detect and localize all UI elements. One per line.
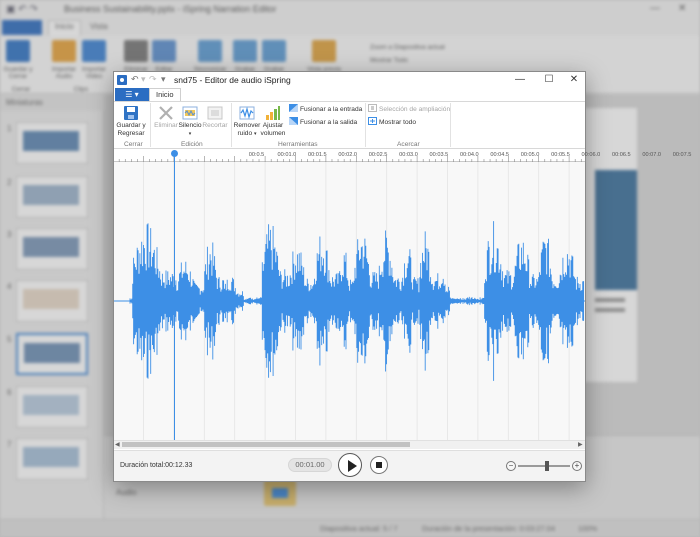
- fade-out-button[interactable]: Fusionar a la salida: [289, 117, 357, 128]
- fade-in-icon: [289, 104, 298, 112]
- save-icon: [124, 106, 138, 120]
- stop-button[interactable]: [370, 456, 388, 474]
- ruler-tick-label: 00:01.5: [307, 152, 327, 158]
- ruler-tick-label: 00:07.0: [642, 152, 662, 158]
- ruler-tick-label: 00:05.5: [551, 152, 570, 158]
- ruler-tick-label: 00:03.5: [429, 152, 449, 158]
- zoom-out-icon[interactable]: −: [506, 461, 516, 471]
- close-icon[interactable]: ✕: [561, 72, 587, 88]
- ruler-tick-label: 00:04.5: [490, 152, 510, 158]
- minimize-icon[interactable]: —: [507, 72, 533, 88]
- zoom-slider[interactable]: [518, 465, 570, 467]
- total-duration: Duración total:00:12.33: [120, 462, 193, 469]
- waveform-area[interactable]: [114, 150, 585, 440]
- ruler-tick-label: 00:02.0: [338, 152, 358, 158]
- title-bar: ↶ ▾ ↷ ▾ snd75 - Editor de audio iSpring …: [114, 72, 585, 88]
- undo-dropdown-icon[interactable]: ▾: [141, 74, 146, 85]
- ruler-tick-label: 00:06.5: [611, 152, 631, 158]
- ruler-tick-label: 00:07.5: [672, 152, 692, 158]
- group-label-acercar: Acercar: [397, 141, 420, 148]
- zoom-slider-thumb[interactable]: [545, 461, 549, 471]
- adjust-volume-button[interactable]: Ajustar volumen: [260, 105, 286, 137]
- ruler-tick-label: 00:01.0: [277, 152, 297, 158]
- ruler-tick-label: 00:04.0: [459, 152, 479, 158]
- group-label-herramientas: Herramientas: [278, 141, 318, 148]
- tabs-bar: [114, 88, 585, 101]
- silence-button[interactable]: Silencio ▾: [177, 105, 203, 138]
- delete-button[interactable]: Eliminar: [152, 105, 180, 130]
- tab-inicio[interactable]: Inicio: [149, 88, 181, 102]
- scroll-left-icon[interactable]: ◀: [115, 441, 120, 448]
- playhead-line[interactable]: [174, 151, 175, 440]
- current-time-display: 00:01.00: [288, 458, 332, 472]
- ruler-tick-label: 00:02.5: [368, 152, 388, 158]
- customize-icon[interactable]: ▾: [161, 74, 166, 85]
- scroll-right-icon[interactable]: ▶: [578, 441, 583, 448]
- zoom-selection-icon: [368, 104, 377, 112]
- playhead-handle[interactable]: [171, 150, 178, 157]
- redo-icon[interactable]: ↷: [149, 74, 157, 85]
- maximize-icon[interactable]: ☐: [536, 72, 562, 88]
- show-all-button[interactable]: Mostrar todo: [368, 117, 416, 128]
- fade-in-button[interactable]: Fusionar a la entrada: [289, 104, 362, 115]
- group-label-cerrar: Cerrar: [124, 141, 143, 148]
- scrollbar-thumb[interactable]: [122, 442, 410, 447]
- zoom-in-icon[interactable]: +: [572, 461, 582, 471]
- ruler-tick-label: 00:05.0: [520, 152, 540, 158]
- delete-icon: [159, 106, 173, 120]
- show-all-icon: [368, 117, 377, 125]
- volume-icon: [266, 106, 280, 120]
- app-icon: [117, 75, 127, 85]
- group-separator: [450, 103, 451, 147]
- group-label-edicion: Edición: [181, 141, 203, 148]
- noise-icon: [239, 106, 255, 120]
- group-separator: [365, 103, 366, 147]
- ruler-tick-label: 00:03.0: [399, 152, 418, 158]
- remove-noise-button[interactable]: Remover ruido ▾: [232, 105, 262, 138]
- ruler-tick-label: 00:0.5: [248, 152, 265, 158]
- window-title: snd75 - Editor de audio iSpring: [174, 75, 291, 85]
- undo-icon[interactable]: ↶: [131, 74, 139, 85]
- ruler-tick-label: 00:06.0: [581, 152, 601, 158]
- play-button[interactable]: [338, 453, 362, 477]
- file-menu-button[interactable]: ☰ ▾: [115, 88, 149, 101]
- fade-out-icon: [289, 117, 298, 125]
- silence-icon: [182, 106, 198, 120]
- crop-icon: [207, 106, 223, 120]
- save-return-button[interactable]: Guardar y Regresar: [116, 105, 146, 137]
- zoom-selection-button[interactable]: Selección de ampliación: [368, 104, 450, 115]
- crop-button[interactable]: Recortar: [202, 105, 228, 130]
- audio-editor-window: ↶ ▾ ↷ ▾ snd75 - Editor de audio iSpring …: [113, 71, 691, 482]
- group-separator: [150, 103, 151, 147]
